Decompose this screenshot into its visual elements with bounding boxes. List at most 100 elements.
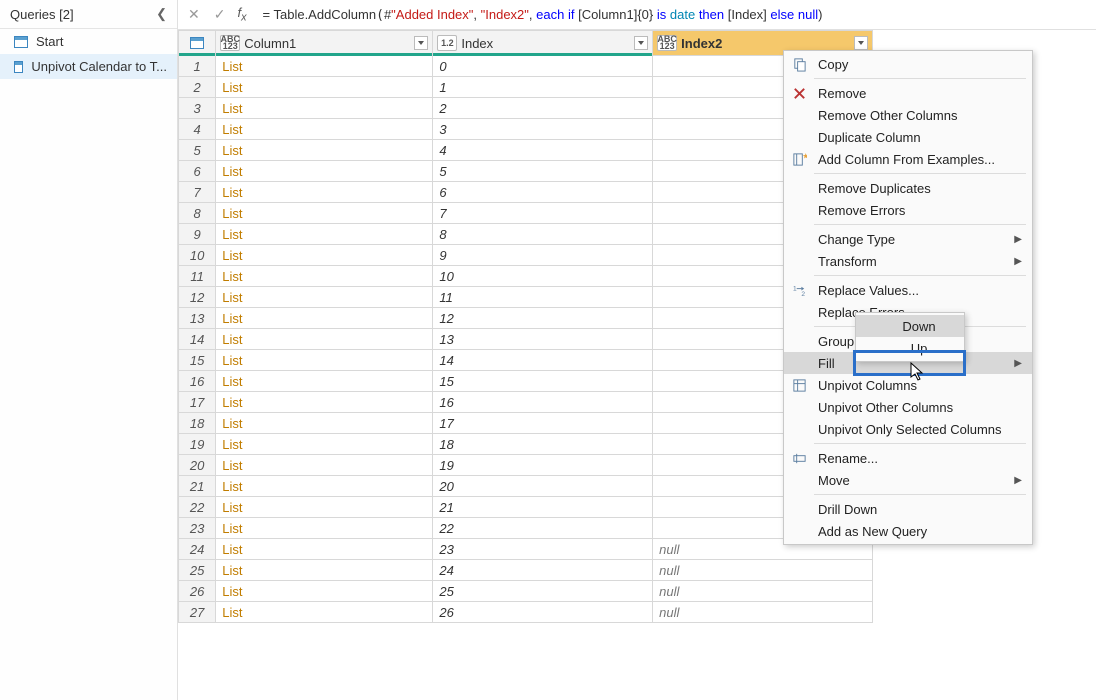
table-row[interactable]: 2List1 — [179, 77, 873, 98]
table-row[interactable]: 6List5 — [179, 161, 873, 182]
row-number[interactable]: 22 — [179, 497, 216, 518]
table-row[interactable]: 7List6 — [179, 182, 873, 203]
cell-index[interactable]: 0 — [433, 56, 653, 77]
collapse-panel-icon[interactable]: ❮ — [156, 6, 167, 22]
table-row[interactable]: 18List17 — [179, 413, 873, 434]
row-number[interactable]: 10 — [179, 245, 216, 266]
cell-column1[interactable]: List — [216, 77, 433, 98]
column-dropdown-icon[interactable] — [414, 36, 428, 50]
cell-column1[interactable]: List — [216, 140, 433, 161]
column-dropdown-icon[interactable] — [854, 36, 868, 50]
cell-index[interactable]: 3 — [433, 119, 653, 140]
row-number[interactable]: 23 — [179, 518, 216, 539]
cell-index[interactable]: 25 — [433, 581, 653, 602]
column-header-index[interactable]: 1.2 Index — [433, 31, 653, 56]
menu-change-type[interactable]: Change Type▶ — [784, 228, 1032, 250]
cell-column1[interactable]: List — [216, 329, 433, 350]
cell-index[interactable]: 23 — [433, 539, 653, 560]
cell-index[interactable]: 15 — [433, 371, 653, 392]
menu-unpivot-other[interactable]: Unpivot Other Columns — [784, 396, 1032, 418]
table-row[interactable]: 11List10 — [179, 266, 873, 287]
cell-index[interactable]: 12 — [433, 308, 653, 329]
row-number[interactable]: 11 — [179, 266, 216, 287]
table-row[interactable]: 5List4 — [179, 140, 873, 161]
row-number[interactable]: 2 — [179, 77, 216, 98]
type-any-icon[interactable]: ABC123 — [657, 35, 677, 51]
cell-index2[interactable]: null — [653, 581, 873, 602]
cell-index[interactable]: 16 — [433, 392, 653, 413]
menu-move[interactable]: Move▶ — [784, 469, 1032, 491]
table-row[interactable]: 26List25null — [179, 581, 873, 602]
row-number[interactable]: 15 — [179, 350, 216, 371]
row-number[interactable]: 25 — [179, 560, 216, 581]
type-number-icon[interactable]: 1.2 — [437, 35, 457, 51]
cell-index[interactable]: 8 — [433, 224, 653, 245]
row-number[interactable]: 27 — [179, 602, 216, 623]
menu-copy[interactable]: Copy — [784, 53, 1032, 75]
cell-index[interactable]: 5 — [433, 161, 653, 182]
menu-remove-errors[interactable]: Remove Errors — [784, 199, 1032, 221]
cell-column1[interactable]: List — [216, 539, 433, 560]
query-item-start[interactable]: Start — [0, 29, 177, 54]
cell-column1[interactable]: List — [216, 455, 433, 476]
cell-column1[interactable]: List — [216, 476, 433, 497]
cell-column1[interactable]: List — [216, 287, 433, 308]
cell-column1[interactable]: List — [216, 203, 433, 224]
row-number[interactable]: 26 — [179, 581, 216, 602]
cell-column1[interactable]: List — [216, 161, 433, 182]
cancel-formula-icon[interactable]: ✕ — [186, 6, 202, 23]
row-number[interactable]: 5 — [179, 140, 216, 161]
cell-index[interactable]: 26 — [433, 602, 653, 623]
table-row[interactable]: 8List7 — [179, 203, 873, 224]
menu-drill-down[interactable]: Drill Down — [784, 498, 1032, 520]
table-row[interactable]: 21List20 — [179, 476, 873, 497]
cell-index[interactable]: 20 — [433, 476, 653, 497]
cell-column1[interactable]: List — [216, 266, 433, 287]
cell-index[interactable]: 17 — [433, 413, 653, 434]
row-number[interactable]: 1 — [179, 56, 216, 77]
menu-add-from-examples[interactable]: ★ Add Column From Examples... — [784, 148, 1032, 170]
table-row[interactable]: 24List23null — [179, 539, 873, 560]
menu-remove-other[interactable]: Remove Other Columns — [784, 104, 1032, 126]
row-number[interactable]: 7 — [179, 182, 216, 203]
cell-column1[interactable]: List — [216, 371, 433, 392]
table-row[interactable]: 4List3 — [179, 119, 873, 140]
cell-column1[interactable]: List — [216, 119, 433, 140]
cell-column1[interactable]: List — [216, 308, 433, 329]
cell-index[interactable]: 13 — [433, 329, 653, 350]
table-row[interactable]: 3List2 — [179, 98, 873, 119]
cell-column1[interactable]: List — [216, 350, 433, 371]
cell-column1[interactable]: List — [216, 413, 433, 434]
grid-corner[interactable] — [179, 31, 216, 56]
cell-index[interactable]: 7 — [433, 203, 653, 224]
menu-add-as-query[interactable]: Add as New Query — [784, 520, 1032, 542]
menu-remove-duplicates[interactable]: Remove Duplicates — [784, 177, 1032, 199]
cell-index2[interactable]: null — [653, 560, 873, 581]
table-row[interactable]: 20List19 — [179, 455, 873, 476]
cell-index[interactable]: 10 — [433, 266, 653, 287]
table-row[interactable]: 19List18 — [179, 434, 873, 455]
row-number[interactable]: 16 — [179, 371, 216, 392]
cell-column1[interactable]: List — [216, 182, 433, 203]
cell-column1[interactable]: List — [216, 560, 433, 581]
row-number[interactable]: 12 — [179, 287, 216, 308]
row-number[interactable]: 6 — [179, 161, 216, 182]
column-dropdown-icon[interactable] — [634, 36, 648, 50]
table-row[interactable]: 14List13 — [179, 329, 873, 350]
row-number[interactable]: 24 — [179, 539, 216, 560]
cell-index[interactable]: 11 — [433, 287, 653, 308]
submenu-fill-down[interactable]: Down — [856, 315, 964, 337]
type-any-icon[interactable]: ABC123 — [220, 35, 240, 51]
formula-input[interactable]: = Table.AddColumn(#"Added Index", "Index… — [257, 7, 1088, 23]
table-row[interactable]: 12List11 — [179, 287, 873, 308]
row-number[interactable]: 18 — [179, 413, 216, 434]
cell-column1[interactable]: List — [216, 392, 433, 413]
cell-column1[interactable]: List — [216, 518, 433, 539]
query-item-unpivot[interactable]: Unpivot Calendar to T... — [0, 54, 177, 79]
cell-index[interactable]: 14 — [433, 350, 653, 371]
submenu-fill-up[interactable]: Up — [856, 337, 964, 359]
cell-column1[interactable]: List — [216, 497, 433, 518]
table-row[interactable]: 23List22 — [179, 518, 873, 539]
menu-remove[interactable]: Remove — [784, 82, 1032, 104]
table-row[interactable]: 25List24null — [179, 560, 873, 581]
